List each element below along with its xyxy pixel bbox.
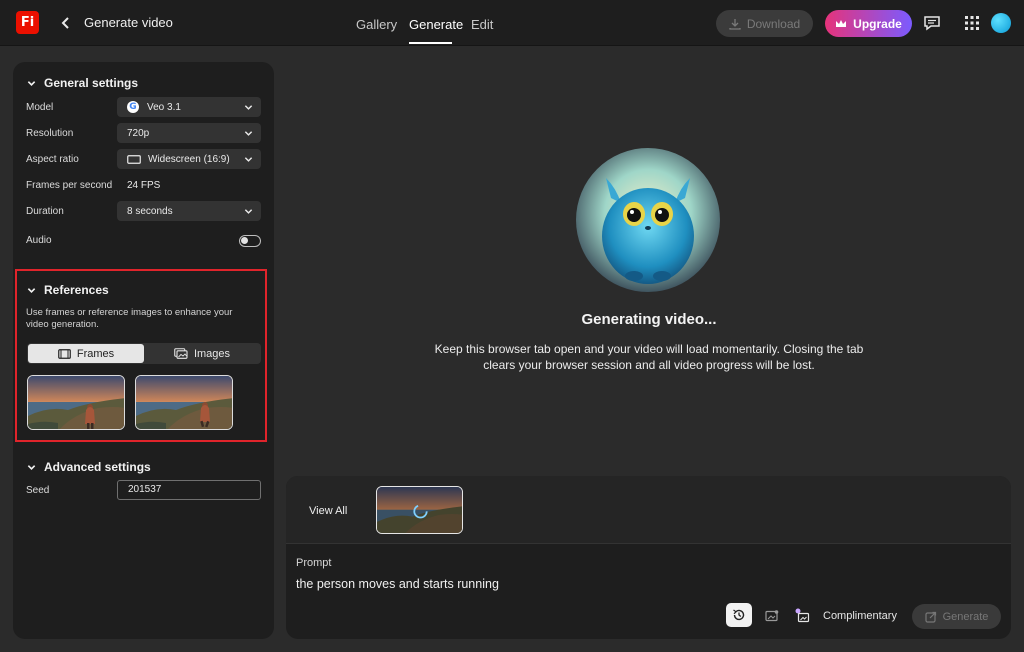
style-reference-icon[interactable] [794,608,810,624]
chevron-down-icon [27,287,36,293]
back-button[interactable] [58,12,74,34]
tab-gallery[interactable]: Gallery [356,17,397,32]
download-icon [729,18,741,30]
seed-input[interactable]: 201537 [117,480,261,500]
film-frame-icon [58,348,71,359]
frames-mode-label: Frames [76,347,115,360]
model-label: Model [26,102,54,113]
crown-icon [836,19,847,27]
aspect-ratio-value: Widescreen (16:9) [148,153,230,165]
app-logo[interactable]: Fi [16,11,39,34]
advanced-settings-header[interactable]: Advanced settings [27,460,151,474]
tab-generate[interactable]: Generate [409,17,463,32]
generating-creature-image [576,148,720,292]
end-frame-thumbnail[interactable] [135,375,233,430]
prompt-panel: View All Prompt the person moves and sta… [286,476,1011,639]
generating-title: Generating video... [581,311,717,328]
duration-label: Duration [26,206,64,217]
top-bar: Fi Generate video Gallery Generate Edit … [0,0,1024,46]
prompt-label: Prompt [296,557,332,569]
apps-grid-icon[interactable] [962,13,982,33]
widescreen-icon [127,154,141,164]
aspect-ratio-label: Aspect ratio [26,154,79,165]
generating-message: Keep this browser tab open and your vide… [434,342,864,372]
chevron-down-icon [27,464,36,470]
settings-panel: General settings Model G Veo 3.1 Resolut… [13,62,274,639]
chevron-down-icon [244,105,253,110]
view-all-button[interactable]: View All [309,505,347,517]
download-label: Download [746,16,801,31]
images-mode-button[interactable]: Images [144,344,260,363]
resolution-label: Resolution [26,128,74,139]
images-mode-label: Images [193,347,231,360]
model-select[interactable]: G Veo 3.1 [117,97,261,117]
prompt-textarea[interactable]: the person moves and starts running [296,577,499,591]
audio-toggle[interactable] [239,235,261,247]
fps-value: 24 FPS [127,180,161,191]
general-settings-title: General settings [44,76,139,90]
user-avatar[interactable] [991,13,1011,33]
model-value: Veo 3.1 [147,101,181,113]
generating-video-thumbnail[interactable] [376,486,463,534]
chevron-left-icon [61,17,69,29]
coastal-landscape-image [377,487,462,533]
chevron-down-icon [244,209,253,214]
history-button[interactable] [726,603,752,627]
coastal-landscape-image [136,376,232,429]
history-icon [733,609,745,621]
resolution-value: 720p [127,127,150,139]
resolution-select[interactable]: 720p [117,123,261,143]
chevron-down-icon [244,131,253,136]
page-title: Generate video [84,15,173,30]
coastal-landscape-image [28,376,124,429]
audio-label: Audio [26,235,52,246]
advanced-settings-title: Advanced settings [44,460,151,474]
duration-select[interactable]: 8 seconds [117,201,261,221]
aspect-ratio-select[interactable]: Widescreen (16:9) [117,149,261,169]
chevron-down-icon [27,80,36,86]
fps-label: Frames per second [26,180,113,191]
general-settings-header[interactable]: General settings [27,76,138,90]
fluffy-creature-illustration [576,148,720,292]
download-button[interactable]: Download [716,10,813,37]
frames-mode-button[interactable]: Frames [28,344,144,363]
tab-edit[interactable]: Edit [471,17,493,32]
references-description: Use frames or reference images to enhanc… [26,307,233,330]
generate-label: Generate [942,610,989,623]
duration-value: 8 seconds [127,205,173,217]
upgrade-label: Upgrade [853,16,902,31]
chevron-down-icon [244,157,253,162]
references-header[interactable]: References [27,283,109,297]
image-settings-icon[interactable] [764,608,780,624]
active-tab-indicator [409,42,452,44]
feedback-icon[interactable] [922,13,942,33]
start-frame-thumbnail[interactable] [27,375,125,430]
upgrade-button[interactable]: Upgrade [825,10,912,37]
generate-icon [924,611,936,623]
images-icon [174,348,188,359]
reference-mode-switch: Frames Images [27,343,261,364]
credit-label: Complimentary [823,610,897,622]
google-icon: G [127,101,139,113]
generate-button[interactable]: Generate [912,604,1001,629]
seed-label: Seed [26,485,50,496]
references-title: References [44,283,109,297]
